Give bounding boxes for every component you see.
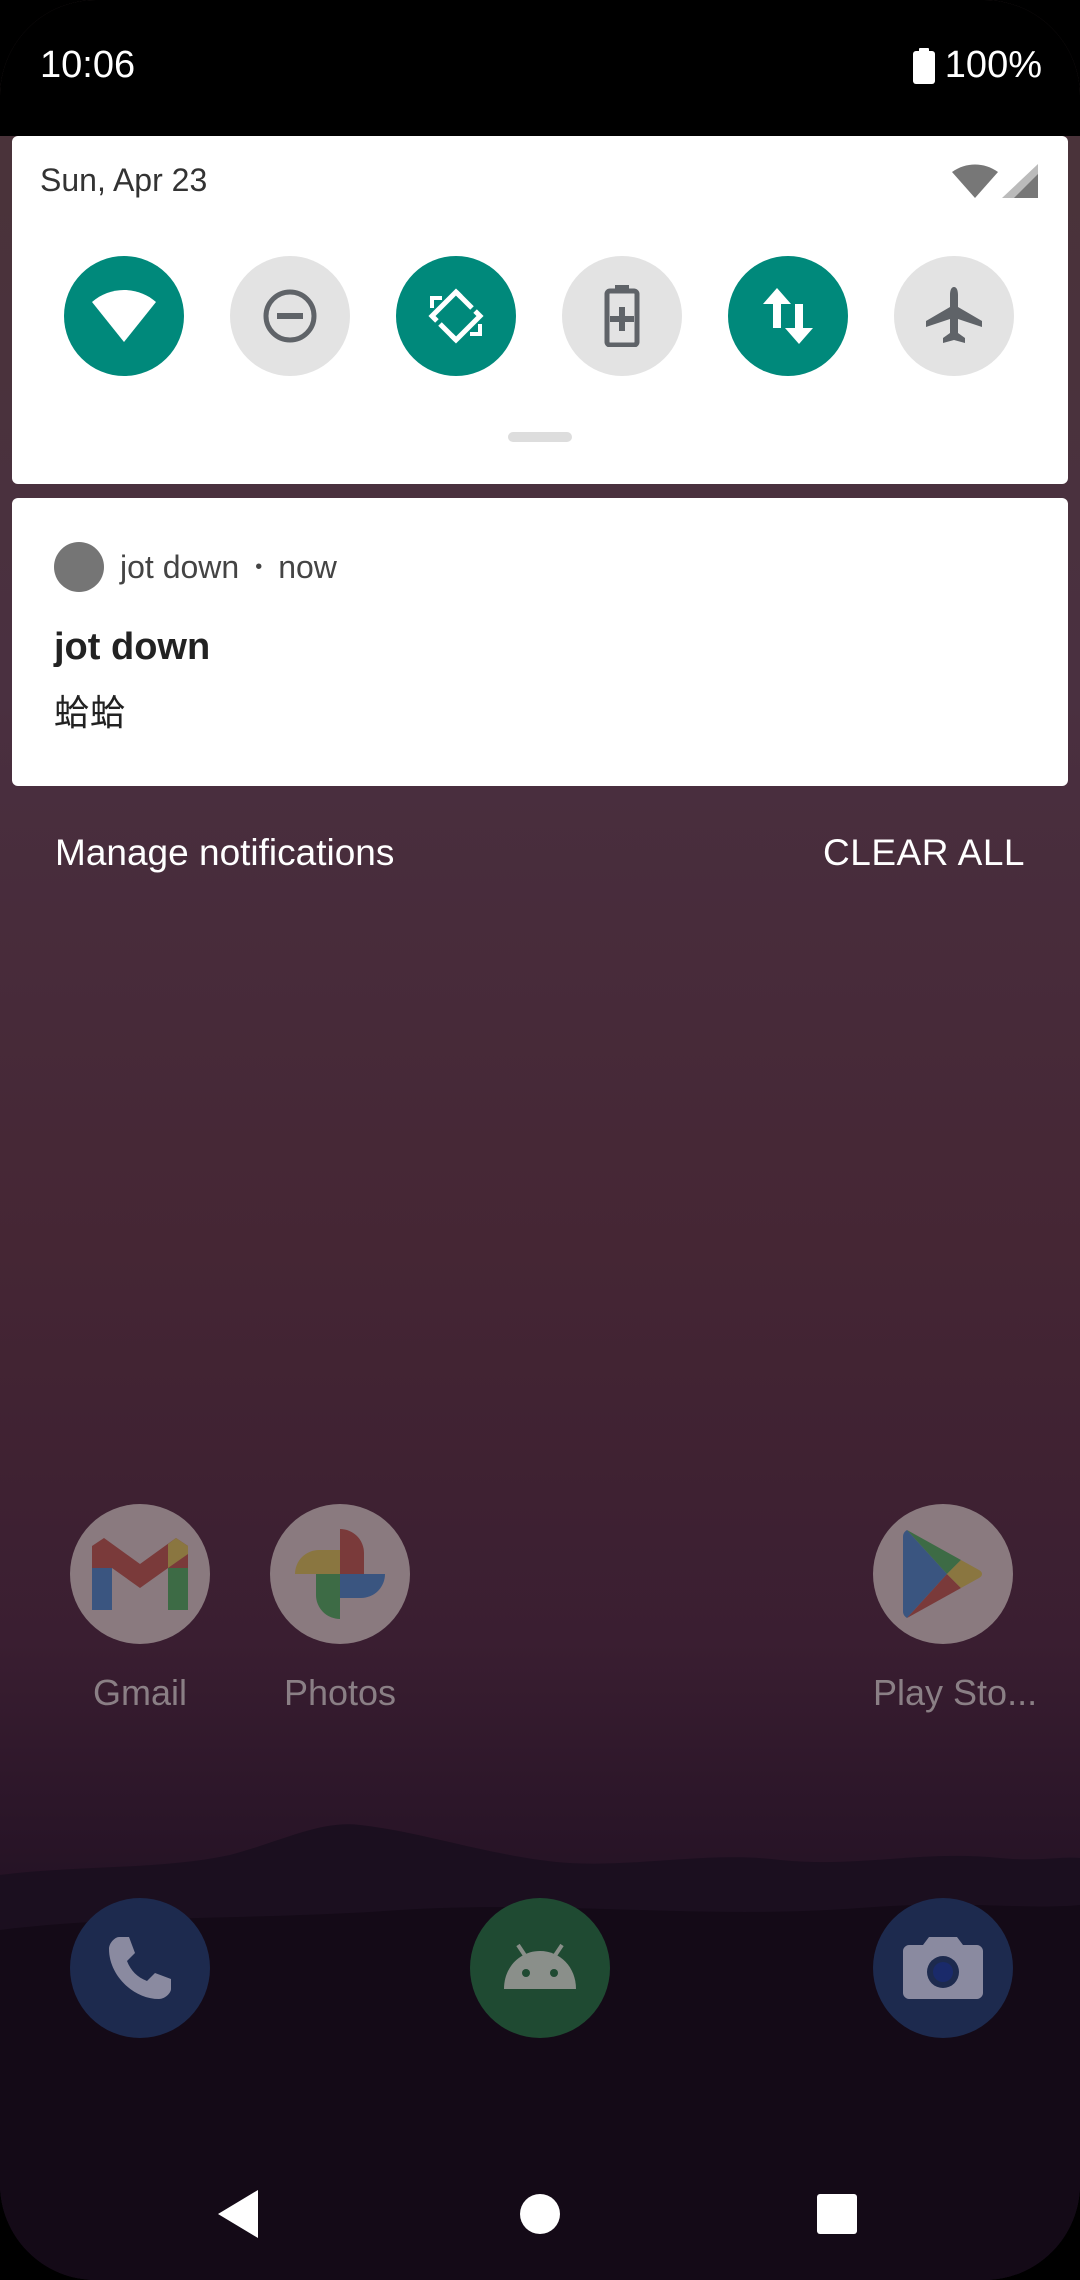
qs-tiles — [12, 256, 1068, 376]
tile-mobile-data[interactable] — [728, 256, 848, 376]
status-bar: 10:06 100% — [0, 0, 1080, 136]
separator-dot: • — [255, 555, 263, 578]
notification-time: now — [278, 548, 337, 585]
airplane-icon — [926, 287, 982, 343]
rotate-icon — [427, 287, 485, 345]
qs-date[interactable]: Sun, Apr 23 — [40, 162, 207, 199]
notification-text: 蛤蛤 — [54, 692, 127, 733]
wifi-status-icon — [952, 164, 998, 198]
recents-icon[interactable] — [815, 2192, 859, 2236]
camera-icon — [903, 1937, 983, 1999]
cell-signal-icon — [1002, 164, 1038, 198]
device-screen: 10:06 100% Sun, Apr 23 jot down • now jo… — [0, 0, 1080, 2280]
back-icon[interactable] — [218, 2190, 262, 2238]
photos-icon — [270, 1504, 410, 1644]
play-store-icon — [873, 1504, 1013, 1644]
notification-card[interactable]: jot down • now jot down 蛤蛤 — [12, 498, 1068, 786]
tile-do-not-disturb[interactable] — [230, 256, 350, 376]
battery-saver-icon — [604, 285, 640, 347]
battery-icon — [912, 47, 935, 84]
app-play-store[interactable]: Play Sto... — [873, 1504, 1038, 1714]
tile-battery-saver[interactable] — [562, 256, 682, 376]
app-icon — [54, 542, 104, 592]
tile-auto-rotate[interactable] — [396, 256, 516, 376]
wifi-icon — [92, 290, 156, 342]
quick-settings-panel[interactable]: Sun, Apr 23 — [12, 136, 1068, 484]
dock-android[interactable] — [470, 1898, 610, 2038]
navigation-bar — [0, 2150, 1080, 2280]
battery-level: 100% — [944, 44, 1042, 86]
app-gmail[interactable]: Gmail — [70, 1504, 210, 1714]
android-icon — [504, 1943, 576, 1989]
manage-notifications-button[interactable]: Manage notifications — [55, 832, 394, 874]
clear-all-button[interactable]: CLEAR ALL — [823, 832, 1025, 874]
dock-camera[interactable] — [873, 1898, 1013, 2038]
tile-wifi[interactable] — [64, 256, 184, 376]
app-label: Photos — [283, 1672, 397, 1713]
app-label: Play Sto... — [873, 1672, 1038, 1713]
notification-app-name: jot down — [120, 548, 240, 585]
app-photos[interactable]: Photos — [270, 1504, 410, 1714]
dock-phone[interactable] — [70, 1898, 210, 2038]
notification-title: jot down — [54, 626, 211, 668]
gmail-icon — [70, 1504, 210, 1644]
tile-airplane-mode[interactable] — [894, 256, 1014, 376]
battery-indicator: 100% — [912, 44, 1042, 87]
dnd-icon — [263, 289, 317, 343]
status-time: 10:06 — [40, 44, 136, 86]
home-icon[interactable] — [518, 2192, 562, 2236]
data-arrows-icon — [763, 288, 813, 344]
qs-signal-indicators — [952, 164, 1038, 198]
app-label: Gmail — [92, 1672, 187, 1713]
notification-header: jot down • now — [54, 542, 337, 592]
qs-expand-handle[interactable] — [508, 432, 572, 442]
phone-icon — [109, 1937, 171, 1999]
